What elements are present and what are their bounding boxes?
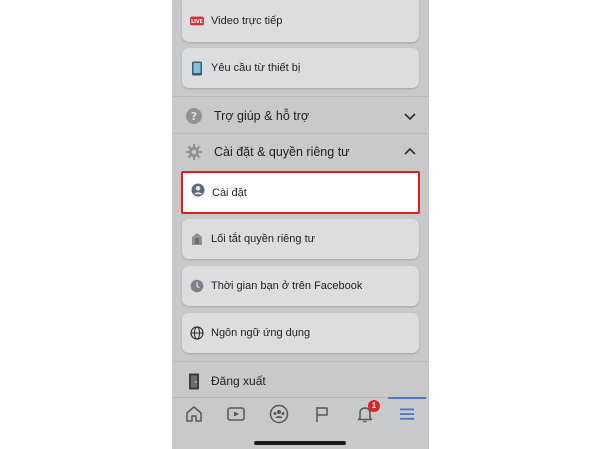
section-label: Cài đặt & quyền riêng tư — [214, 145, 350, 159]
video-play-icon — [226, 404, 246, 429]
svg-text:?: ? — [191, 110, 197, 123]
menu-item-app-language[interactable]: Ngôn ngữ ứng dụng — [182, 313, 419, 353]
menu-item-time-on-facebook[interactable]: Thời gian bạn ở trên Facebook — [182, 266, 419, 306]
section-settings-privacy[interactable]: Cài đặt & quyền riêng tư — [172, 134, 429, 170]
gear-icon — [185, 143, 203, 161]
menu-item-label: Thời gian bạn ở trên Facebook — [211, 280, 363, 292]
tab-notifications[interactable]: 1 — [352, 400, 380, 429]
groups-icon — [269, 404, 289, 429]
help-icon: ? — [185, 107, 203, 125]
device-request-icon — [190, 61, 204, 75]
tab-home[interactable] — [181, 403, 207, 429]
privacy-shortcuts-icon — [190, 232, 204, 246]
menu-item-label: Cài đặt — [212, 186, 247, 199]
time-clock-icon — [190, 279, 204, 293]
section-label: Trợ giúp & hỗ trợ — [214, 109, 310, 123]
mobile-screen: LIVE Video trực tiếp Yêu cầu từ thiết bị… — [172, 0, 429, 449]
menu-item-live-video[interactable]: LIVE Video trực tiếp — [182, 0, 419, 42]
tab-watch[interactable] — [223, 403, 249, 429]
svg-text:LIVE: LIVE — [191, 19, 203, 25]
menu-item-device-requests[interactable]: Yêu cầu từ thiết bị — [182, 48, 419, 88]
section-divider — [172, 96, 429, 97]
menu-item-settings[interactable]: Cài đặt — [181, 171, 420, 214]
home-indicator — [254, 441, 346, 445]
chevron-up-icon — [403, 145, 417, 159]
logout-button[interactable]: Đăng xuất — [172, 364, 429, 398]
menu-item-label: Ngôn ngữ ứng dụng — [211, 327, 311, 339]
logout-door-icon — [188, 373, 200, 390]
live-video-icon: LIVE — [190, 14, 204, 28]
section-help-support[interactable]: ? Trợ giúp & hỗ trợ — [172, 98, 429, 134]
menu-item-label: Video trực tiếp — [211, 15, 283, 27]
menu-item-label: Lối tắt quyền riêng tư — [211, 233, 315, 245]
tab-pages[interactable] — [309, 403, 335, 429]
menu-item-label: Yêu cầu từ thiết bị — [211, 62, 301, 74]
tab-groups[interactable] — [266, 403, 292, 429]
section-divider — [172, 361, 429, 362]
chevron-down-icon — [403, 109, 417, 123]
globe-icon — [190, 326, 204, 340]
logout-label: Đăng xuất — [211, 374, 266, 388]
hamburger-menu-icon — [397, 404, 417, 429]
menu-item-privacy-shortcuts[interactable]: Lối tắt quyền riêng tư — [182, 219, 419, 259]
home-icon — [184, 404, 204, 429]
flag-icon — [312, 404, 332, 429]
notification-badge: 1 — [368, 400, 380, 412]
account-settings-icon — [191, 183, 205, 202]
tab-menu[interactable] — [388, 397, 426, 429]
